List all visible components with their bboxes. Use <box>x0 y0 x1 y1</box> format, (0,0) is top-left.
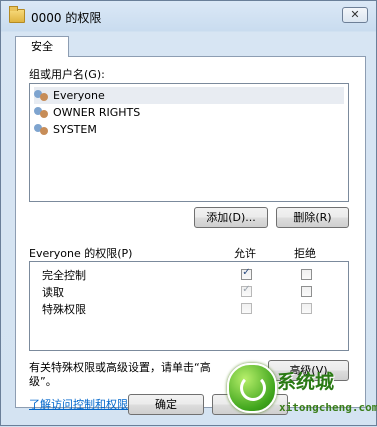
list-item-label: SYSTEM <box>53 123 97 136</box>
permission-name: 特殊权限 <box>42 303 86 316</box>
allow-checkbox[interactable]: ✓ <box>241 267 252 280</box>
folder-icon <box>9 6 25 23</box>
allow-checkbox: ✓ <box>241 284 252 297</box>
security-panel: 组或用户名(G): Everyone OWNER RIGHTS SYSTEM 添… <box>15 56 366 411</box>
list-item[interactable]: SYSTEM <box>34 121 344 138</box>
deny-checkbox[interactable] <box>301 286 312 297</box>
watermark-url: xitongcheng.com <box>279 401 377 414</box>
allow-checkbox <box>241 303 252 314</box>
groups-listbox[interactable]: Everyone OWNER RIGHTS SYSTEM <box>29 83 349 202</box>
list-item[interactable]: OWNER RIGHTS <box>34 104 344 121</box>
users-icon <box>34 106 50 120</box>
watermark-text: 系统城 <box>277 371 335 393</box>
list-item-label: Everyone <box>53 89 105 102</box>
window-title: 0000 的权限 <box>31 11 102 25</box>
permission-name: 读取 <box>42 286 64 299</box>
tab-security[interactable]: 安全 <box>15 36 69 57</box>
deny-header: 拒绝 <box>294 247 316 260</box>
title-bar[interactable]: 0000 的权限 ✕ <box>1 1 376 31</box>
close-button[interactable]: ✕ <box>342 7 368 23</box>
list-item[interactable]: Everyone <box>34 87 344 104</box>
groups-label: 组或用户名(G): <box>29 68 105 81</box>
ok-button[interactable]: 确定 <box>128 394 204 415</box>
permissions-list: 完全控制 ✓ 读取 ✓ 特殊权限 <box>29 261 349 351</box>
deny-checkbox <box>301 303 312 314</box>
permissions-dialog: 0000 的权限 ✕ 安全 组或用户名(G): Everyone OWNER R… <box>0 0 377 426</box>
users-icon <box>34 123 50 137</box>
permission-name: 完全控制 <box>42 269 86 282</box>
remove-button[interactable]: 删除(R) <box>276 207 349 228</box>
site-watermark: 系统城 xitongcheng.com <box>219 357 377 427</box>
deny-checkbox[interactable] <box>301 269 312 280</box>
advanced-text-line2: 级”。 <box>29 375 57 388</box>
permissions-header: Everyone 的权限(P) <box>29 247 133 260</box>
allow-header: 允许 <box>234 247 256 260</box>
help-link[interactable]: 了解访问控制和权限 <box>29 396 128 412</box>
list-item-label: OWNER RIGHTS <box>53 106 141 119</box>
add-button[interactable]: 添加(D)... <box>194 207 268 228</box>
watermark-logo-icon <box>227 363 277 413</box>
users-icon <box>34 89 50 103</box>
